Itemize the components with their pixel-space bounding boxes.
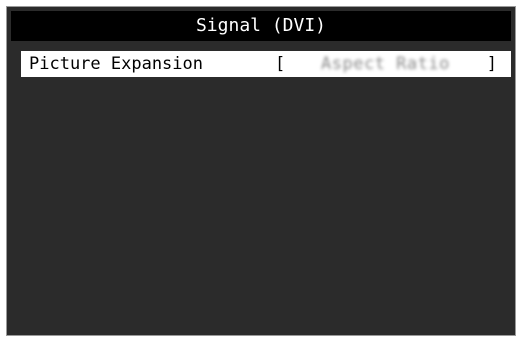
- osd-window: Signal (DVI) Picture Expansion [ Aspect …: [6, 6, 516, 336]
- osd-title-bar: Signal (DVI): [11, 11, 511, 41]
- value-bracket-close: ]: [486, 54, 497, 74]
- menu-item-value[interactable]: Aspect Ratio: [321, 51, 450, 77]
- menu-item-picture-expansion[interactable]: Picture Expansion [ Aspect Ratio ]: [21, 51, 511, 77]
- value-bracket-open: [: [275, 54, 286, 74]
- osd-title: Signal (DVI): [195, 15, 327, 36]
- menu-item-label: Picture Expansion: [29, 54, 203, 74]
